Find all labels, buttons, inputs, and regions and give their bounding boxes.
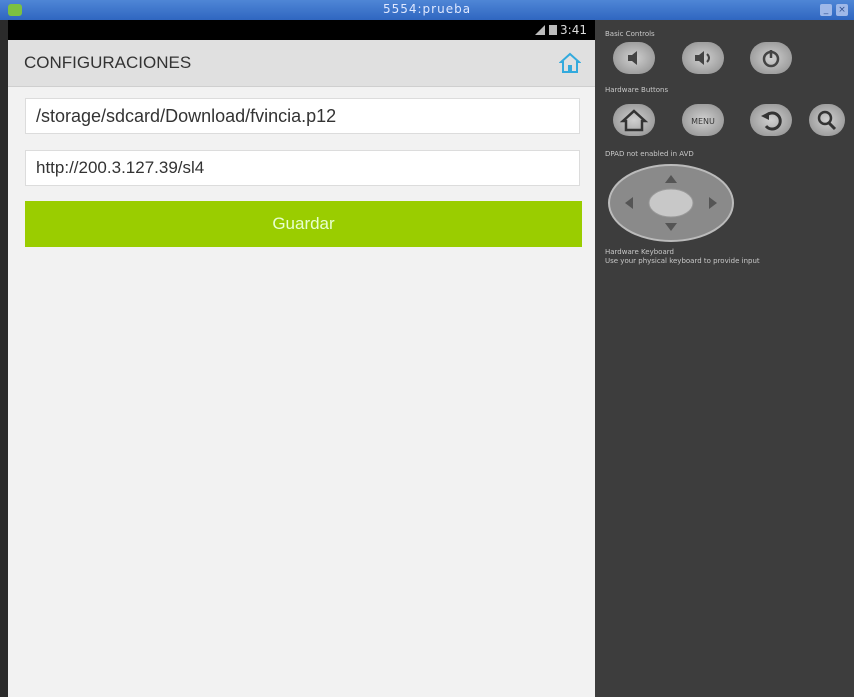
close-button[interactable]: × xyxy=(836,4,848,16)
server-url-field[interactable]: http://200.3.127.39/sl4 xyxy=(25,150,580,186)
minimize-button[interactable]: _ xyxy=(820,4,832,16)
certificate-path-field[interactable]: /storage/sdcard/Download/fvincia.p12 xyxy=(25,98,580,134)
page-title: CONFIGURACIONES xyxy=(24,53,192,72)
house-icon xyxy=(619,109,649,132)
volume-down-button[interactable] xyxy=(613,42,655,74)
volume-down-icon xyxy=(628,51,637,65)
window-titlebar: 5554:prueba _ × xyxy=(0,0,854,20)
basic-controls-label: Basic Controls xyxy=(605,30,655,38)
dpad-status-label: DPAD not enabled in AVD xyxy=(605,150,694,158)
home-icon[interactable] xyxy=(559,52,581,74)
search-icon xyxy=(817,110,837,131)
hardware-buttons-label: Hardware Buttons xyxy=(605,86,669,94)
clock: 3:41 xyxy=(560,23,587,37)
hardware-keyboard-hint: Use your physical keyboard to provide in… xyxy=(605,257,760,265)
power-button[interactable] xyxy=(750,42,792,74)
volume-up-button[interactable] xyxy=(682,42,724,74)
battery-icon xyxy=(549,25,557,35)
device-screen: 3:41 CONFIGURACIONES /storage/sdcard/Dow… xyxy=(8,20,595,697)
action-bar: CONFIGURACIONES xyxy=(8,40,595,87)
signal-icon xyxy=(535,25,545,35)
dpad-control[interactable] xyxy=(607,163,735,243)
status-bar: 3:41 xyxy=(8,20,595,40)
power-icon xyxy=(762,50,780,68)
hardware-keyboard-label: Hardware Keyboard xyxy=(605,248,674,256)
menu-text: MENU xyxy=(691,117,715,126)
menu-icon: MENU xyxy=(691,117,715,126)
volume-up-icon xyxy=(695,51,710,65)
hw-home-button[interactable] xyxy=(613,104,655,136)
back-icon xyxy=(761,111,782,131)
emulator-controls-panel: Basic Controls Hardware Buttons MENU DPA… xyxy=(595,20,854,697)
hw-back-button[interactable] xyxy=(750,104,792,136)
save-button[interactable]: Guardar xyxy=(25,201,582,247)
window-title: 5554:prueba xyxy=(382,2,472,16)
hw-menu-button[interactable]: MENU xyxy=(682,104,724,136)
hw-search-button[interactable] xyxy=(809,104,845,136)
